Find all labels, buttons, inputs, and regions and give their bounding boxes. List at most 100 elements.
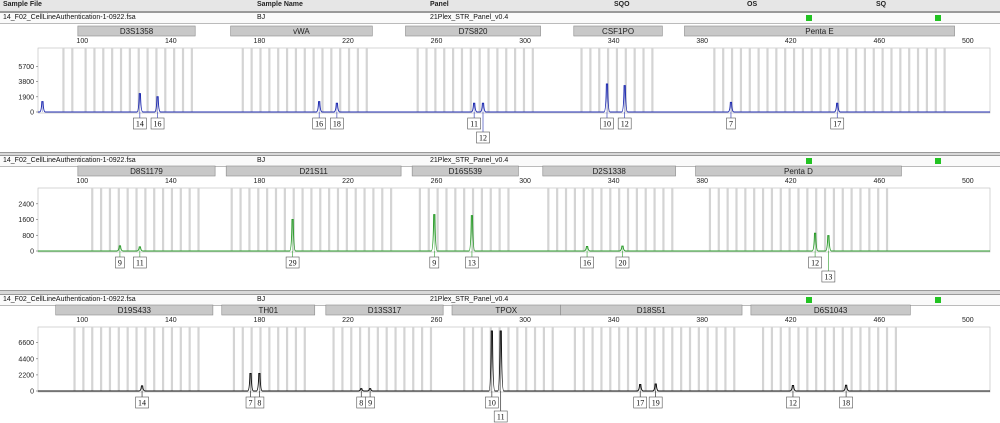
- allele-label[interactable]: 7: [729, 120, 733, 129]
- bin-line: [312, 48, 315, 112]
- allele-label[interactable]: 8: [257, 399, 261, 408]
- allele-label[interactable]: 16: [154, 120, 162, 129]
- marker-label[interactable]: TH01: [258, 306, 278, 315]
- allele-label[interactable]: 11: [497, 413, 505, 422]
- y-tick-label: 2400: [18, 201, 34, 208]
- allele-label[interactable]: 12: [479, 134, 487, 143]
- bin-line: [443, 48, 446, 112]
- bin-line: [788, 188, 791, 251]
- allele-label[interactable]: 20: [618, 259, 626, 268]
- marker-label[interactable]: CSF1PO: [602, 27, 634, 36]
- allele-label[interactable]: 16: [315, 120, 323, 129]
- allele-label[interactable]: 17: [636, 399, 644, 408]
- allele-label[interactable]: 12: [789, 399, 797, 408]
- allele-label[interactable]: 9: [432, 259, 436, 268]
- bin-line: [908, 48, 911, 112]
- allele-label[interactable]: 8: [359, 399, 363, 408]
- bin-line: [662, 327, 665, 391]
- col-sample-file[interactable]: Sample File: [3, 1, 42, 8]
- marker-label[interactable]: D2S1338: [593, 167, 627, 176]
- allele-label[interactable]: 9: [368, 399, 372, 408]
- chart-svg-1[interactable]: D3S1358 vWA D7S820 CSF1PO Penta E100 140 180 22…: [0, 12, 1000, 152]
- marker-label[interactable]: Penta D: [784, 167, 813, 176]
- bin-line: [713, 48, 716, 112]
- bin-line: [934, 48, 937, 112]
- marker-label[interactable]: D3S1358: [120, 27, 154, 36]
- col-sq[interactable]: SQ: [876, 1, 886, 8]
- bin-line: [717, 188, 720, 251]
- allele-label[interactable]: 12: [621, 120, 629, 129]
- allele-label[interactable]: 9: [118, 259, 122, 268]
- bin-line: [872, 48, 875, 112]
- allele-label[interactable]: 11: [136, 259, 144, 268]
- allele-label[interactable]: 14: [136, 120, 144, 129]
- allele-label[interactable]: 13: [824, 273, 832, 282]
- allele-label[interactable]: 7: [249, 399, 253, 408]
- bin-line: [126, 327, 129, 391]
- bin-line: [877, 327, 880, 391]
- x-tick-label: 500: [962, 38, 974, 45]
- bin-line: [890, 48, 893, 112]
- col-sample-name[interactable]: Sample Name: [257, 1, 303, 8]
- bin-line: [82, 327, 85, 391]
- marker-label[interactable]: D18S51: [637, 306, 666, 315]
- allele-label[interactable]: 17: [833, 120, 841, 129]
- allele-label[interactable]: 10: [488, 399, 496, 408]
- allele-label[interactable]: 19: [652, 399, 660, 408]
- bin-line: [533, 327, 537, 391]
- marker-label[interactable]: D6S1043: [814, 306, 848, 315]
- bin-line: [564, 188, 568, 251]
- bin-line: [372, 188, 375, 251]
- y-tick-label: 800: [22, 233, 34, 240]
- bin-line: [626, 188, 630, 251]
- col-sqo[interactable]: SQO: [614, 1, 630, 8]
- bin-line: [179, 327, 182, 391]
- bin-line: [102, 48, 105, 112]
- bin-line: [547, 188, 550, 251]
- allele-label[interactable]: 18: [333, 120, 341, 129]
- marker-label[interactable]: vWA: [293, 27, 310, 36]
- bin-line: [197, 188, 200, 251]
- chart-svg-3[interactable]: D19S433 TH01 D13S317 TPOX D18S51 D6S1043100 14…: [0, 294, 1000, 423]
- bin-line: [469, 48, 472, 112]
- bin-line: [144, 327, 147, 391]
- allele-label[interactable]: 12: [811, 259, 819, 268]
- allele-label[interactable]: 11: [470, 120, 478, 129]
- x-tick-label: 460: [873, 38, 885, 45]
- bin-line: [354, 188, 357, 251]
- bin-line: [598, 48, 601, 112]
- col-os[interactable]: OS: [747, 1, 757, 8]
- bin-line: [806, 188, 809, 251]
- allele-label[interactable]: 16: [583, 259, 591, 268]
- y-tick-label: 5700: [18, 64, 34, 71]
- bin-line: [161, 327, 165, 391]
- marker-label[interactable]: TPOX: [495, 306, 517, 315]
- bin-line: [403, 327, 406, 391]
- allele-label[interactable]: 10: [603, 120, 611, 129]
- marker-label[interactable]: D7S820: [459, 27, 488, 36]
- marker-label[interactable]: D16S539: [449, 167, 483, 176]
- bin-line: [71, 48, 74, 112]
- allele-label[interactable]: 29: [289, 259, 297, 268]
- bin-line: [321, 48, 324, 112]
- bin-line: [582, 327, 585, 391]
- bin-line: [144, 188, 147, 251]
- bin-line: [390, 188, 393, 251]
- bin-line: [385, 327, 388, 391]
- x-tick-label: 260: [431, 178, 443, 185]
- marker-label[interactable]: D8S1179: [130, 167, 163, 176]
- marker-label[interactable]: D21S11: [299, 167, 328, 176]
- allele-label[interactable]: 18: [842, 399, 850, 408]
- chart-svg-2[interactable]: D8S1179 D21S11 D16S539 D2S1338 Penta D 100 140…: [0, 155, 1000, 295]
- bin-line: [434, 48, 437, 112]
- marker-label[interactable]: D19S433: [118, 306, 152, 315]
- bin-line: [943, 48, 946, 112]
- bin-line: [775, 48, 778, 112]
- allele-label[interactable]: 13: [468, 259, 476, 268]
- bin-line: [753, 188, 756, 251]
- col-panel[interactable]: Panel: [430, 1, 449, 8]
- electropherogram-panel-2: 14_F02_CellLineAuthentication-1-0922.fsa…: [0, 155, 1000, 295]
- allele-label[interactable]: 14: [138, 399, 146, 408]
- marker-label[interactable]: D13S317: [368, 306, 402, 315]
- marker-label[interactable]: Penta E: [805, 27, 833, 36]
